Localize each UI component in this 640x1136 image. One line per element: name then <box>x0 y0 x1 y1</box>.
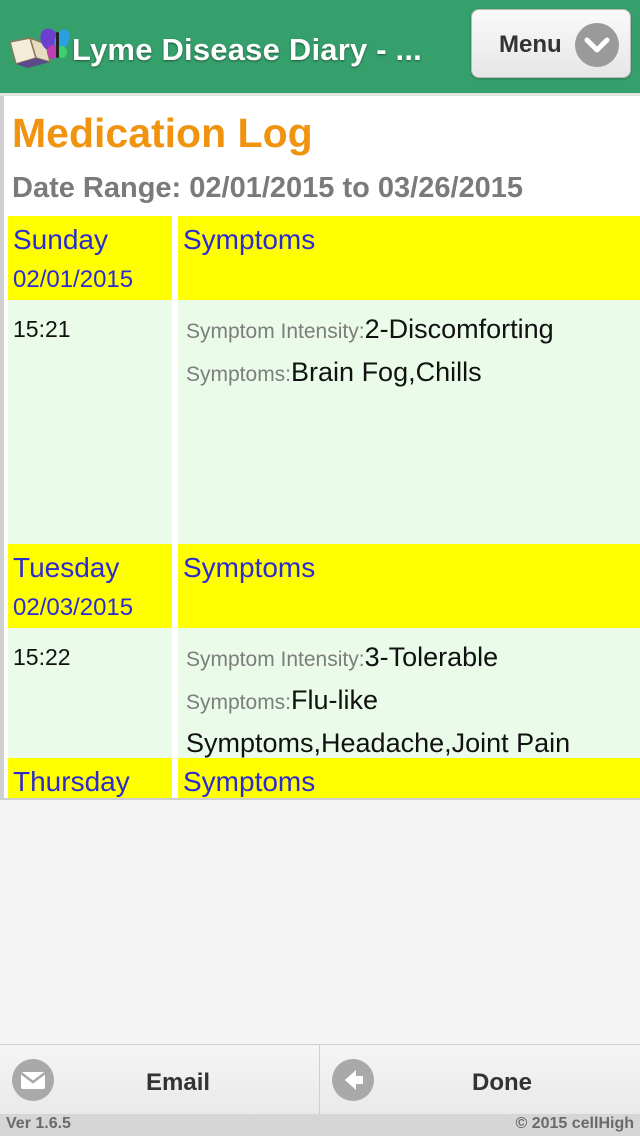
app-header: Lyme Disease Diary - ... Menu <box>0 0 640 96</box>
day-header-row: Thursday Symptoms <box>8 758 640 798</box>
arrow-left-icon <box>332 1059 374 1101</box>
day-name: Sunday <box>13 224 108 255</box>
table-row[interactable]: 15:21 Symptom Intensity:2-Discomforting … <box>8 300 640 544</box>
day-name: Thursday <box>13 766 130 797</box>
page-title: Medication Log <box>12 110 313 156</box>
entry-time: 15:22 <box>13 644 71 670</box>
email-button[interactable]: Email <box>0 1045 320 1115</box>
empty-area <box>0 800 640 1044</box>
medication-log-panel[interactable]: Medication Log Date Range: 02/01/2015 to… <box>0 96 640 800</box>
symptoms-label: Symptoms: <box>186 363 292 386</box>
day-date: 02/03/2015 <box>13 594 134 621</box>
entry-type-cell: Symptoms <box>178 544 640 628</box>
entry-time: 15:21 <box>13 316 71 342</box>
intensity-value: 3-Tolerable <box>364 642 499 672</box>
entry-type-cell: Symptoms <box>178 216 640 300</box>
entry-type: Symptoms <box>183 224 316 255</box>
day-name: Tuesday <box>13 552 120 583</box>
symptoms-label: Symptoms: <box>186 691 292 714</box>
detail-cell: Symptom Intensity:2-Discomforting Sympto… <box>178 300 640 544</box>
copyright-label: © 2015 cellHigh <box>515 1115 634 1132</box>
entry-type-cell: Symptoms <box>178 758 640 798</box>
version-label: Ver 1.6.5 <box>6 1115 71 1132</box>
day-header-row: Tuesday 02/03/2015 Symptoms <box>8 544 640 628</box>
time-cell: 15:21 <box>8 300 172 544</box>
footer: Ver 1.6.5 © 2015 cellHigh <box>0 1114 640 1136</box>
bottom-toolbar: Email Done <box>0 1044 640 1115</box>
date-range: Date Range: 02/01/2015 to 03/26/2015 <box>12 172 524 204</box>
app-title: Lyme Disease Diary - ... <box>72 32 422 67</box>
menu-label: Menu <box>499 31 562 58</box>
day-cell: Sunday 02/01/2015 <box>8 216 172 300</box>
time-cell: 15:22 <box>8 628 172 758</box>
chevron-down-icon <box>575 23 619 67</box>
intensity-label: Symptom Intensity: <box>186 648 365 671</box>
done-button[interactable]: Done <box>320 1045 640 1115</box>
table-row[interactable]: 15:22 Symptom Intensity:3-Tolerable Symp… <box>8 628 640 758</box>
day-cell: Thursday <box>8 758 172 798</box>
symptoms-value: Brain Fog,Chills <box>291 357 482 387</box>
menu-button[interactable]: Menu <box>471 9 631 78</box>
day-date: 02/01/2015 <box>13 266 134 293</box>
day-cell: Tuesday 02/03/2015 <box>8 544 172 628</box>
email-label: Email <box>146 1069 211 1096</box>
intensity-label: Symptom Intensity: <box>186 320 365 343</box>
intensity-value: 2-Discomforting <box>364 314 554 344</box>
day-header-row: Sunday 02/01/2015 Symptoms <box>8 216 640 300</box>
envelope-icon <box>12 1059 54 1101</box>
entry-type: Symptoms <box>183 552 316 583</box>
done-label: Done <box>472 1069 532 1096</box>
entry-type: Symptoms <box>183 766 316 797</box>
butterfly-book-icon <box>6 22 70 70</box>
detail-cell: Symptom Intensity:3-Tolerable Symptoms:F… <box>178 628 640 758</box>
